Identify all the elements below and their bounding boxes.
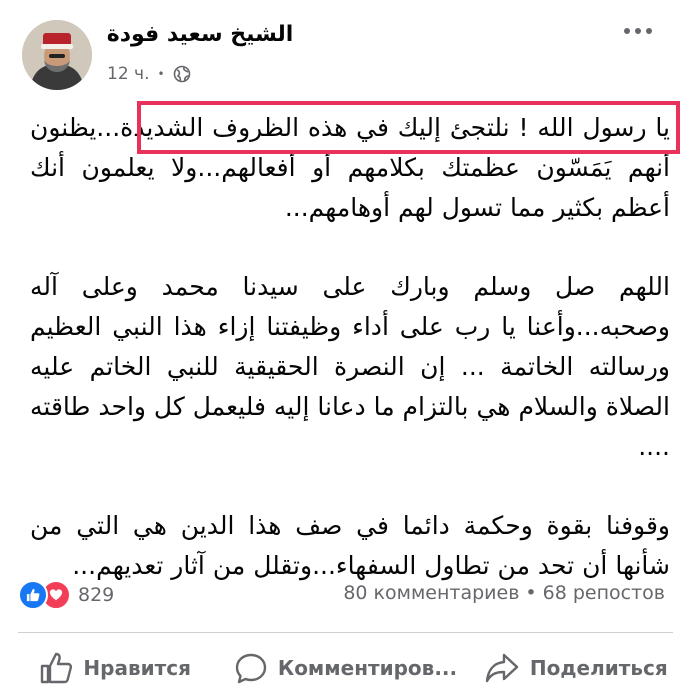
like-reaction-icon — [18, 580, 48, 610]
post-body: يا رسول الله ! نلتجئ إليك في هذه الظروف … — [30, 108, 670, 625]
comment-button[interactable]: Комментиров... — [230, 640, 460, 696]
more-dot-icon — [624, 28, 630, 34]
reaction-count: 829 — [78, 584, 115, 606]
actions-divider — [18, 632, 673, 633]
post-paragraph-2: اللهم صل وسلم وبارك على سيدنا محمد وعلى … — [30, 272, 670, 461]
share-label: Поделиться — [529, 656, 668, 680]
avatar-image — [22, 20, 92, 90]
author-name[interactable]: الشيخ سعيد فودة — [105, 22, 295, 47]
thumb-up-icon — [26, 588, 40, 602]
meta-separator: • — [157, 67, 165, 81]
like-label: Нравится — [83, 656, 191, 680]
share-arrow-icon — [485, 653, 519, 683]
like-button[interactable]: Нравится — [0, 640, 230, 696]
author-avatar[interactable] — [22, 20, 92, 90]
thumb-up-icon — [41, 652, 73, 684]
post-time[interactable]: 12 ч. — [107, 64, 149, 84]
engagement-counts: 80 комментариев • 68 репостов — [343, 582, 665, 604]
counts-separator: • — [525, 582, 537, 604]
post-paragraph-1: يا رسول الله ! نلتجئ إليك في هذه الظروف … — [30, 108, 670, 228]
post-meta: 12 ч. • — [107, 64, 191, 84]
heart-icon — [49, 589, 63, 601]
comment-icon — [235, 653, 267, 684]
more-options-button[interactable] — [624, 28, 652, 34]
post-stats: 829 80 комментариев • 68 репостов — [0, 572, 691, 614]
more-dot-icon — [646, 28, 652, 34]
highlighted-sentence: يا رسول الله ! نلتجئ إليك في هذه الظروف … — [96, 113, 670, 142]
globe-icon — [173, 65, 190, 83]
reactions-summary[interactable]: 829 — [18, 580, 114, 610]
post-header: الشيخ سعيد فودة 12 ч. • — [0, 0, 691, 95]
comments-count[interactable]: 80 комментариев — [343, 582, 519, 604]
shares-count[interactable]: 68 репостов — [543, 582, 665, 604]
share-button[interactable]: Поделиться — [461, 640, 691, 696]
more-dot-icon — [635, 28, 641, 34]
action-bar: Нравится Комментиров... Поделиться — [0, 640, 691, 696]
comment-label: Комментиров... — [277, 656, 458, 680]
